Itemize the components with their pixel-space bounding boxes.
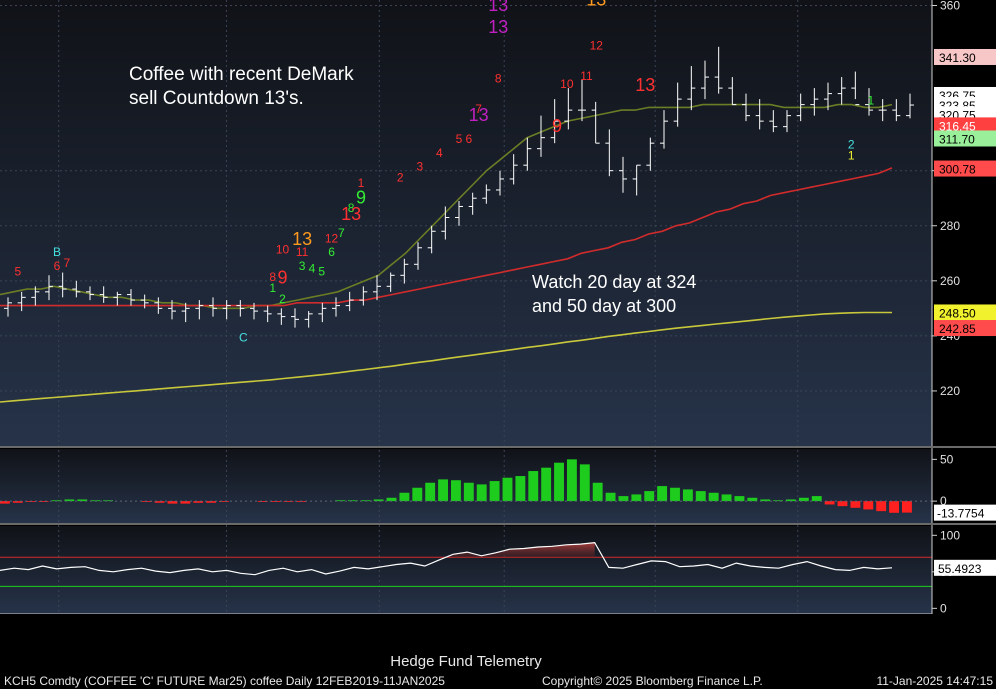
demark-count: 1 (867, 94, 874, 108)
macd-bar (605, 492, 616, 502)
macd-bar (670, 487, 680, 502)
price-label: 341.30 (939, 51, 976, 65)
rsi-tick-label: 100 (940, 528, 960, 542)
demark-count: 3 (299, 259, 306, 273)
macd-bar (579, 464, 590, 502)
macd-bar (412, 487, 423, 502)
demark-count: 10 (560, 77, 574, 91)
demark-count: 13 (488, 0, 508, 15)
demark-count: 5 (318, 264, 325, 278)
macd-bar (386, 497, 397, 502)
macd-bar (541, 467, 552, 502)
macd-bar (876, 501, 887, 512)
macd-bar (837, 501, 848, 507)
footer-security: KCH5 Comdty (COFFEE 'C' FUTURE Mar25) co… (4, 674, 445, 688)
demark-count: 12 (325, 231, 339, 245)
rsi-panel (0, 526, 932, 614)
demark-count: 13 (586, 0, 606, 10)
rsi-tick-label: 0 (940, 601, 947, 615)
demark-count: 13 (292, 229, 312, 249)
demark-count: 11 (580, 69, 593, 83)
demark-count: 4 (436, 146, 443, 160)
macd-bar (644, 491, 655, 502)
macd-bar (438, 479, 448, 502)
demark-count: 9 (278, 268, 288, 288)
demark-count: 6 (54, 259, 61, 273)
macd-bar (721, 494, 732, 502)
macd-bar (811, 496, 822, 502)
demark-count: 6 (465, 132, 472, 146)
footer-center: Hedge Fund Telemetry (390, 653, 542, 670)
demark-count: 2 (279, 292, 286, 306)
demark-count: B (53, 245, 61, 259)
macd-bar (695, 491, 706, 502)
demark-count: 7 (63, 256, 70, 270)
macd-bar (425, 482, 436, 502)
demark-count: 10 (276, 242, 290, 256)
annotation-title-line2: sell Countdown 13's. (129, 88, 304, 109)
demark-count: 1 (358, 176, 365, 190)
price-tick-label: 360 (940, 0, 960, 13)
price-label: 248.50 (939, 306, 976, 320)
price-label: 242.85 (939, 322, 976, 336)
demark-count: 2 (397, 171, 404, 185)
footer-timestamp: 11-Jan-2025 14:47:15 (876, 674, 993, 688)
macd-bar (631, 494, 642, 502)
macd-bar (734, 496, 745, 502)
demark-count: 8 (269, 270, 276, 284)
demark-count: 13 (469, 105, 489, 125)
macd-bar (489, 481, 500, 502)
demark-count: 4 (309, 262, 316, 276)
footer-copyright: Copyright© 2025 Bloomberg Finance L.P. (542, 674, 763, 688)
price-tick-label: 220 (940, 384, 960, 398)
demark-count: 5 (14, 264, 21, 278)
price-label: 311.70 (939, 132, 975, 146)
macd-bar (863, 501, 874, 510)
demark-count: 5 (456, 132, 463, 146)
demark-count: 7 (338, 226, 345, 240)
demark-count: 9 (552, 116, 562, 136)
rsi-last-label: 55.4923 (938, 562, 982, 576)
annotation-title-line1: Coffee with recent DeMark (129, 64, 354, 85)
demark-count: 6 (328, 245, 335, 259)
chart-stage: 5 6 7 B C 1 2 3 4 5 6 7 8 9 8 9 10 11 12 13 13 1 2 3 4 5 6 7 8 13 13 13… (0, 0, 996, 689)
macd-bar (708, 492, 719, 502)
macd-bar (824, 501, 835, 505)
macd-bar (902, 501, 912, 513)
macd-bar (451, 480, 461, 502)
macd-bar (798, 497, 809, 502)
bloomberg-chart: 5 6 7BC123 4 567898 910 111213131 2345 678131313… (0, 0, 996, 689)
macd-bar (618, 496, 629, 502)
demark-count: 1 (848, 149, 855, 163)
macd-bar (657, 486, 668, 502)
macd-bar (747, 497, 758, 502)
macd-bar (399, 492, 410, 502)
macd-bar (528, 471, 539, 502)
demark-count: 12 (590, 39, 604, 53)
annotation-note-line1: Watch 20 day at 324 (532, 272, 696, 292)
macd-last-label: -13.7754 (937, 507, 985, 521)
macd-bar (850, 501, 861, 508)
price-label: 300.78 (939, 163, 976, 177)
macd-bar (566, 459, 577, 502)
price-tick-label: 260 (940, 274, 960, 288)
macd-bar (463, 482, 474, 502)
macd-bar (515, 476, 526, 502)
macd-bar (554, 462, 564, 502)
macd-bar (889, 501, 899, 513)
demark-count: 13 (488, 17, 508, 37)
macd-tick-label: 50 (940, 452, 954, 466)
macd-bar (476, 484, 487, 502)
demark-count: 13 (635, 75, 655, 95)
price-tick-label: 280 (940, 219, 960, 233)
demark-count: C (239, 330, 248, 344)
demark-count: 3 (416, 160, 423, 174)
demark-count: 13 (341, 204, 361, 224)
macd-bar (502, 477, 513, 502)
annotation-note-line2: and 50 day at 300 (532, 296, 676, 316)
demark-count: 8 (495, 72, 502, 86)
macd-bar (592, 482, 603, 502)
macd-bar (682, 489, 693, 502)
